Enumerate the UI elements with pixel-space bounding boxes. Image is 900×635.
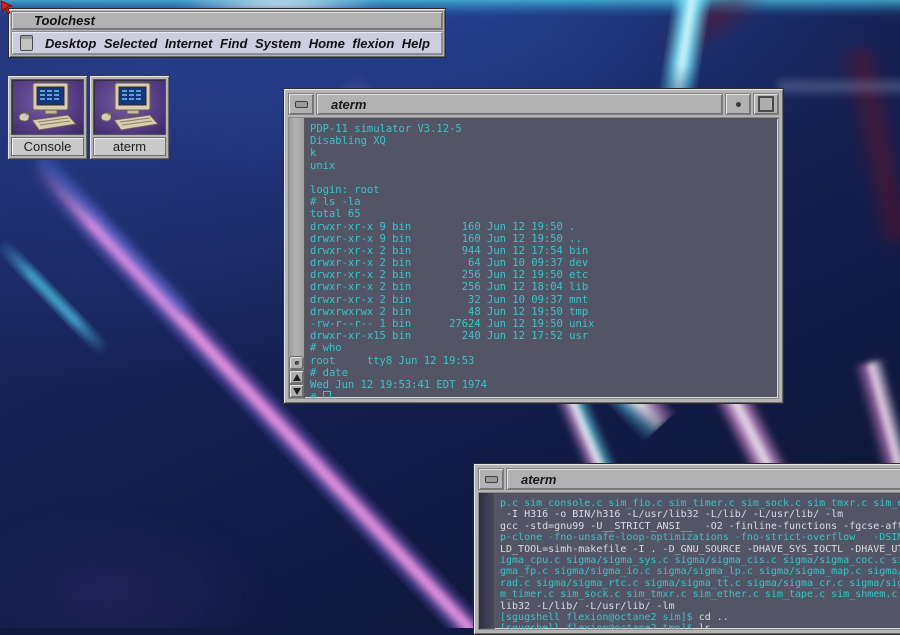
menu-item-internet[interactable]: Internet bbox=[165, 36, 213, 51]
terminal-line: login: root bbox=[310, 184, 778, 196]
menu-item-flexion[interactable]: flexion bbox=[352, 36, 394, 51]
light-streak bbox=[0, 512, 270, 628]
terminal-line: drwxr-xr-x 2 bin 256 Jun 12 19:50 etc bbox=[310, 269, 778, 281]
terminal-line: drwxr-xr-x 2 bin 944 Jun 12 17:54 bin bbox=[310, 245, 778, 257]
window-title: aterm bbox=[506, 468, 900, 490]
toolchest-menubar: Desktop Selected Internet Find System Homefle… bbox=[11, 31, 443, 55]
toolchest-menu-items: Desktop Selected Internet Find System Homefle… bbox=[45, 36, 430, 51]
terminal-line: LD_TOOL=simh-makefile -I . -D_GNU_SOURCE… bbox=[500, 544, 900, 555]
maximize-icon bbox=[758, 96, 774, 112]
main-terminal-window: aterm PDP-11 simulator V3.12-5Disabling … bbox=[283, 88, 784, 404]
terminal-line: [sgugshell flexion@octane2 tmp]$ ls bbox=[500, 623, 900, 629]
up-arrow-icon bbox=[293, 374, 301, 381]
terminal-line: rad.c sigma/sigma_rtc.c sigma/sigma_tt.c… bbox=[500, 578, 900, 589]
terminal-line: [sgugshell flexion@octane2 sim]$ cd .. bbox=[500, 612, 900, 623]
terminal-line: # ls -la bbox=[310, 196, 778, 208]
maximize-button[interactable] bbox=[753, 93, 779, 115]
terminal-line: -I H316 -o BIN/h316 -L/usr/lib32 -L/lib/… bbox=[500, 509, 900, 520]
terminal-line: drwxrwxrwx 2 bin 48 Jun 12 19:50 tmp bbox=[310, 306, 778, 318]
menu-item-system[interactable]: System bbox=[255, 36, 301, 51]
scrollbar[interactable] bbox=[479, 493, 495, 629]
toolchest-titlebar[interactable]: Toolchest bbox=[11, 11, 443, 30]
toolchest-window: Toolchest Desktop Selected Internet Find Sys… bbox=[8, 8, 446, 58]
workstation-icon bbox=[93, 79, 166, 135]
terminal-screen[interactable]: PDP-11 simulator V3.12-5Disabling XQkuni… bbox=[305, 118, 778, 398]
iconify-icon bbox=[736, 102, 741, 107]
toolchest-icon bbox=[20, 35, 33, 51]
terminal-line: gcc -std=gnu99 -U__STRICT_ANSI__ -O2 -fi… bbox=[500, 521, 900, 532]
terminal-line: gma_fp.c sigma/sigma_io.c sigma/sigma_lp… bbox=[500, 566, 900, 577]
terminal-line: drwxr-xr-x15 bin 240 Jun 12 17:52 usr bbox=[310, 330, 778, 342]
scroll-down-button[interactable] bbox=[289, 384, 304, 398]
down-arrow-icon bbox=[293, 388, 301, 395]
terminal-line: PDP-11 simulator V3.12-5 bbox=[310, 123, 778, 135]
bottom-terminal-window: aterm p.c sim_console.c sim_fio.c sim_ti… bbox=[473, 463, 900, 635]
window-titlebar[interactable]: aterm bbox=[478, 468, 900, 490]
terminal-line: unix bbox=[310, 160, 778, 172]
desktop-icon-label: aterm bbox=[93, 137, 166, 156]
desktop-icon-label: Console bbox=[11, 137, 84, 156]
menu-item-find[interactable]: Find bbox=[220, 36, 247, 51]
terminal-line: drwxr-xr-x 2 bin 256 Jun 12 18:04 lib bbox=[310, 281, 778, 293]
terminal-line: k bbox=[310, 147, 778, 159]
terminal-line: drwxr-xr-x 2 bin 32 Jun 10 09:37 mnt bbox=[310, 294, 778, 306]
terminal-line: total 65 bbox=[310, 208, 778, 220]
window-menu-icon bbox=[295, 101, 308, 108]
terminal-screen[interactable]: p.c sim_console.c sim_fio.c sim_timer.c … bbox=[495, 493, 900, 629]
workstation-icon bbox=[11, 79, 84, 135]
window-menu-button[interactable] bbox=[478, 468, 504, 490]
terminal-line bbox=[310, 172, 778, 184]
terminal-line: p-clone -fno-unsafe-loop-optimizations -… bbox=[500, 532, 900, 543]
terminal-line: Disabling XQ bbox=[310, 135, 778, 147]
light-streak bbox=[778, 80, 900, 93]
terminal-line: # date bbox=[310, 367, 778, 379]
terminal-line: root tty8 Jun 12 19:53 bbox=[310, 355, 778, 367]
menu-item-desktop[interactable]: Desktop bbox=[45, 36, 96, 51]
terminal-line: drwxr-xr-x 9 bin 160 Jun 12 19:50 . bbox=[310, 221, 778, 233]
menu-item-selected[interactable]: Selected bbox=[104, 36, 157, 51]
scroll-up-button[interactable] bbox=[289, 370, 304, 384]
mouse-pointer bbox=[0, 0, 16, 16]
light-streak bbox=[838, 46, 900, 245]
terminal-line: Wed Jun 12 19:53:41 EDT 1974 bbox=[310, 379, 778, 391]
menu-item-home[interactable]: Home bbox=[309, 36, 345, 51]
terminal-line: lib32 -L/lib/ -L/usr/lib/ -lm bbox=[500, 601, 900, 612]
terminal-line: # who bbox=[310, 342, 778, 354]
terminal-line: -rw-r--r-- 1 bin 27624 Jun 12 19:50 unix bbox=[310, 318, 778, 330]
terminal-line: m_timer.c sim_sock.c sim_tmxr.c sim_ethe… bbox=[500, 589, 900, 600]
iconify-button[interactable] bbox=[725, 93, 751, 115]
desktop-icon-aterm[interactable]: aterm bbox=[89, 75, 170, 160]
window-title: aterm bbox=[316, 93, 723, 115]
terminal-line: # bbox=[310, 391, 778, 398]
scrollbar[interactable] bbox=[289, 118, 305, 398]
desktop-icon-console[interactable]: Console bbox=[7, 75, 88, 160]
window-menu-button[interactable] bbox=[288, 93, 314, 115]
terminal-line: drwxr-xr-x 2 bin 64 Jun 10 09:37 dev bbox=[310, 257, 778, 269]
window-titlebar[interactable]: aterm bbox=[288, 93, 779, 115]
toolchest-title: Toolchest bbox=[34, 13, 95, 28]
terminal-line: p.c sim_console.c sim_fio.c sim_timer.c … bbox=[500, 498, 900, 509]
window-menu-icon bbox=[485, 476, 498, 483]
terminal-cursor bbox=[323, 391, 331, 398]
menu-item-help[interactable]: Help bbox=[402, 36, 430, 51]
scrollbar-thumb[interactable] bbox=[289, 356, 304, 370]
terminal-line: igma_cpu.c sigma/sigma_sys.c sigma/sigma… bbox=[500, 555, 900, 566]
terminal-line: drwxr-xr-x 9 bin 160 Jun 12 19:50 .. bbox=[310, 233, 778, 245]
